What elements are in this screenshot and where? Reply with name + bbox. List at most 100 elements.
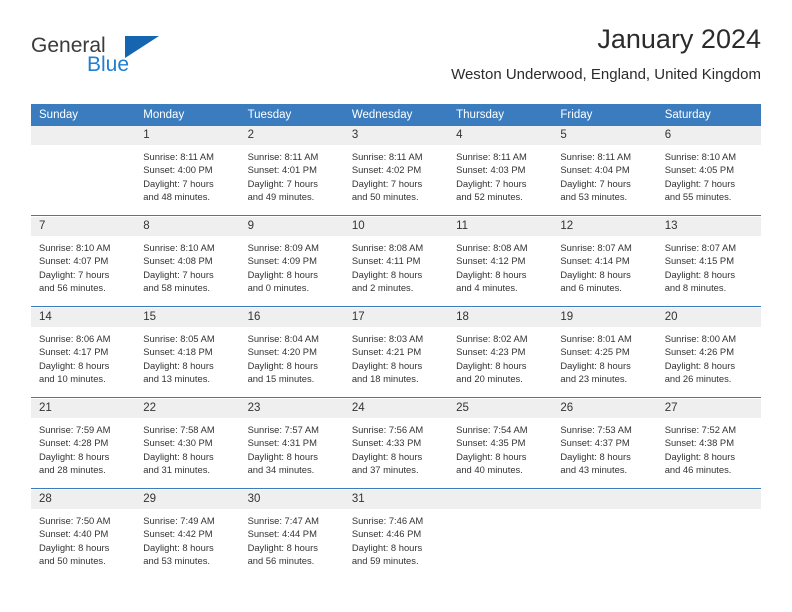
calendar-day-cell[interactable]: 22 Sunrise: 7:58 AM Sunset: 4:30 PM Dayligh… — [135, 399, 240, 489]
day-sun-info: Sunrise: 8:05 AM Sunset: 4:18 PM Daylight:… — [135, 327, 239, 385]
day-daylight-line1-text: Daylight: 8 hours — [39, 541, 110, 553]
day-sunset-text: Sunset: 4:35 PM — [456, 437, 526, 449]
day-number: 19 — [552, 308, 657, 327]
calendar-page: General Blue January 2024 Weston Underwo… — [0, 0, 792, 612]
calendar-day-cell[interactable]: 24 Sunrise: 7:56 AM Sunset: 4:33 PM Dayligh… — [343, 399, 449, 489]
calendar-day-cell[interactable]: 19 Sunrise: 8:01 AM Sunset: 4:25 PM Dayligh… — [552, 308, 657, 398]
calendar-day-cell[interactable]: 30 Sunrise: 7:47 AM Sunset: 4:44 PM Dayligh… — [239, 490, 344, 579]
day-sun-info: Sunrise: 8:11 AM Sunset: 4:01 PM Daylight:… — [240, 145, 344, 203]
calendar-day-cell[interactable]: 20 Sunrise: 8:00 AM Sunset: 4:26 PM Dayligh… — [656, 308, 761, 398]
day-sun-info: Sunrise: 7:56 AM Sunset: 4:33 PM Daylight:… — [344, 418, 448, 476]
day-daylight-line1-text: Daylight: 8 hours — [351, 268, 423, 280]
calendar-day-cell[interactable]: 29 Sunrise: 7:49 AM Sunset: 4:42 PM Dayligh… — [135, 490, 240, 579]
day-daylight-line2-text: and 49 minutes. — [247, 190, 315, 202]
day-sunrise-text: Sunrise: 8:03 AM — [351, 333, 424, 344]
calendar-day-cell[interactable]: 15 Sunrise: 8:05 AM Sunset: 4:18 PM Dayligh… — [135, 308, 240, 398]
day-daylight-line2-text: and 34 minutes. — [247, 463, 315, 475]
day-daylight-line2-text: and 59 minutes. — [351, 554, 419, 566]
calendar-day-cell[interactable]: 4 Sunrise: 8:11 AM Sunset: 4:03 PM Daylight… — [448, 126, 553, 216]
day-sunset-text: Sunset: 4:26 PM — [664, 346, 734, 358]
day-daylight-line2-text: and 40 minutes. — [456, 463, 523, 475]
day-daylight-line2-text: and 46 minutes. — [664, 463, 732, 475]
day-sun-info: Sunrise: 8:11 AM Sunset: 4:03 PM Daylight:… — [448, 145, 552, 203]
day-sun-info: Sunrise: 7:54 AM Sunset: 4:35 PM Daylight:… — [448, 418, 552, 476]
calendar-day-cell[interactable]: 16 Sunrise: 8:04 AM Sunset: 4:20 PM Dayligh… — [239, 308, 344, 398]
day-sunrise-text: Sunrise: 7:57 AM — [247, 424, 319, 435]
day-daylight-line1-text: Daylight: 8 hours — [143, 541, 214, 553]
day-sunset-text: Sunset: 4:44 PM — [247, 528, 317, 540]
day-daylight-line2-text: and 10 minutes. — [39, 372, 106, 384]
calendar-day-cell[interactable]: 13 Sunrise: 8:07 AM Sunset: 4:15 PM Dayligh… — [656, 217, 761, 307]
day-sun-info: Sunrise: 7:59 AM Sunset: 4:28 PM Daylight:… — [31, 418, 135, 476]
calendar-day-cell[interactable]: 26 Sunrise: 7:53 AM Sunset: 4:37 PM Dayligh… — [552, 399, 657, 489]
calendar-day-cell[interactable]: 6 Sunrise: 8:10 AM Sunset: 4:05 PM Daylight… — [656, 126, 761, 216]
calendar-day-cell[interactable]: 31 Sunrise: 7:46 AM Sunset: 4:46 PM Dayligh… — [343, 490, 449, 579]
day-daylight-line2-text: and 50 minutes. — [351, 190, 419, 202]
day-daylight-line1-text: Daylight: 8 hours — [664, 450, 736, 462]
day-sunrise-text: Sunrise: 7:53 AM — [560, 424, 632, 435]
calendar-day-cell[interactable]: 27 Sunrise: 7:52 AM Sunset: 4:38 PM Dayligh… — [656, 399, 761, 489]
day-sun-info: Sunrise: 8:08 AM Sunset: 4:12 PM Daylight:… — [448, 236, 552, 294]
day-daylight-line2-text: and 55 minutes. — [664, 190, 732, 202]
calendar-day-cell[interactable]: 21 Sunrise: 7:59 AM Sunset: 4:28 PM Dayligh… — [31, 399, 136, 489]
calendar-day-cell[interactable]: 17 Sunrise: 8:03 AM Sunset: 4:21 PM Dayligh… — [343, 308, 449, 398]
day-daylight-line2-text: and 8 minutes. — [664, 281, 727, 293]
calendar-day-cell[interactable]: 11 Sunrise: 8:08 AM Sunset: 4:12 PM Dayligh… — [448, 217, 553, 307]
day-number: 15 — [135, 308, 240, 327]
day-number: 4 — [448, 126, 553, 145]
day-number: 6 — [656, 126, 761, 145]
day-daylight-line2-text: and 26 minutes. — [664, 372, 732, 384]
day-daylight-line1-text: Daylight: 8 hours — [39, 450, 110, 462]
calendar-day-cell[interactable]: 25 Sunrise: 7:54 AM Sunset: 4:35 PM Dayligh… — [448, 399, 553, 489]
calendar-day-cell[interactable]: 5 Sunrise: 8:11 AM Sunset: 4:04 PM Daylight… — [552, 126, 657, 216]
calendar-day-cell[interactable]: 18 Sunrise: 8:02 AM Sunset: 4:23 PM Dayligh… — [448, 308, 553, 398]
day-daylight-line2-text: and 6 minutes. — [560, 281, 622, 293]
day-sun-info: Sunrise: 8:08 AM Sunset: 4:11 PM Daylight:… — [344, 236, 448, 294]
day-sunset-text: Sunset: 4:01 PM — [247, 164, 317, 176]
day-daylight-line2-text: and 31 minutes. — [143, 463, 210, 475]
weekday-header-wednesday: Wednesday — [343, 104, 449, 126]
day-sunrise-text: Sunrise: 8:02 AM — [456, 333, 528, 344]
weekday-header-tuesday: Tuesday — [239, 104, 344, 126]
day-daylight-line2-text: and 43 minutes. — [560, 463, 628, 475]
calendar-day-cell[interactable]: 10 Sunrise: 8:08 AM Sunset: 4:11 PM Dayligh… — [343, 217, 449, 307]
calendar-day-cell[interactable]: 14 Sunrise: 8:06 AM Sunset: 4:17 PM Dayligh… — [31, 308, 136, 398]
calendar-day-cell[interactable]: 12 Sunrise: 8:07 AM Sunset: 4:14 PM Dayligh… — [552, 217, 657, 307]
calendar-day-cell[interactable]: 7 Sunrise: 8:10 AM Sunset: 4:07 PM Daylight… — [31, 217, 136, 307]
day-daylight-line2-text: and 37 minutes. — [351, 463, 419, 475]
day-sun-info: Sunrise: 8:06 AM Sunset: 4:17 PM Daylight:… — [31, 327, 135, 385]
day-daylight-line1-text: Daylight: 7 hours — [39, 268, 110, 280]
day-number: 12 — [552, 217, 657, 236]
day-daylight-line2-text: and 52 minutes. — [456, 190, 523, 202]
calendar-day-cell[interactable]: 23 Sunrise: 7:57 AM Sunset: 4:31 PM Dayligh… — [239, 399, 344, 489]
day-sunset-text: Sunset: 4:04 PM — [560, 164, 630, 176]
day-sun-info: Sunrise: 8:01 AM Sunset: 4:25 PM Daylight:… — [552, 327, 656, 385]
day-daylight-line2-text: and 0 minutes. — [247, 281, 310, 293]
day-sunrise-text: Sunrise: 8:07 AM — [560, 242, 632, 253]
weekday-header-monday: Monday — [135, 104, 240, 126]
day-sun-info: Sunrise: 8:09 AM Sunset: 4:09 PM Daylight:… — [240, 236, 344, 294]
day-sunrise-text: Sunrise: 8:04 AM — [247, 333, 319, 344]
day-daylight-line1-text: Daylight: 8 hours — [456, 268, 527, 280]
calendar-day-cell[interactable]: 1 Sunrise: 8:11 AM Sunset: 4:00 PM Daylight… — [135, 126, 240, 216]
day-daylight-line2-text: and 15 minutes. — [247, 372, 315, 384]
calendar-day-cell[interactable]: 28 Sunrise: 7:50 AM Sunset: 4:40 PM Dayligh… — [31, 490, 136, 579]
day-sun-info: Sunrise: 8:11 AM Sunset: 4:00 PM Daylight:… — [135, 145, 239, 203]
calendar-day-cell[interactable]: 3 Sunrise: 8:11 AM Sunset: 4:02 PM Daylight… — [343, 126, 449, 216]
day-daylight-line2-text: and 20 minutes. — [456, 372, 523, 384]
day-daylight-line2-text: and 56 minutes. — [39, 281, 106, 293]
day-number: 21 — [31, 399, 136, 418]
calendar-day-cell[interactable]: 8 Sunrise: 8:10 AM Sunset: 4:08 PM Daylight… — [135, 217, 240, 307]
day-daylight-line1-text: Daylight: 8 hours — [351, 450, 423, 462]
day-daylight-line1-text: Daylight: 8 hours — [247, 541, 318, 553]
day-number: 1 — [135, 126, 240, 145]
calendar-day-cell[interactable]: 2 Sunrise: 8:11 AM Sunset: 4:01 PM Daylight… — [239, 126, 344, 216]
calendar-day-cell[interactable]: 9 Sunrise: 8:09 AM Sunset: 4:09 PM Daylight… — [239, 217, 344, 307]
day-sun-info: Sunrise: 8:10 AM Sunset: 4:05 PM Daylight:… — [657, 145, 761, 203]
day-number: 24 — [343, 399, 449, 418]
day-number — [31, 126, 136, 145]
day-sunset-text: Sunset: 4:25 PM — [560, 346, 630, 358]
day-number: 5 — [552, 126, 657, 145]
weekday-header-thursday: Thursday — [448, 104, 553, 126]
calendar-week-row: 28 Sunrise: 7:50 AM Sunset: 4:40 PM Dayligh… — [31, 490, 761, 579]
